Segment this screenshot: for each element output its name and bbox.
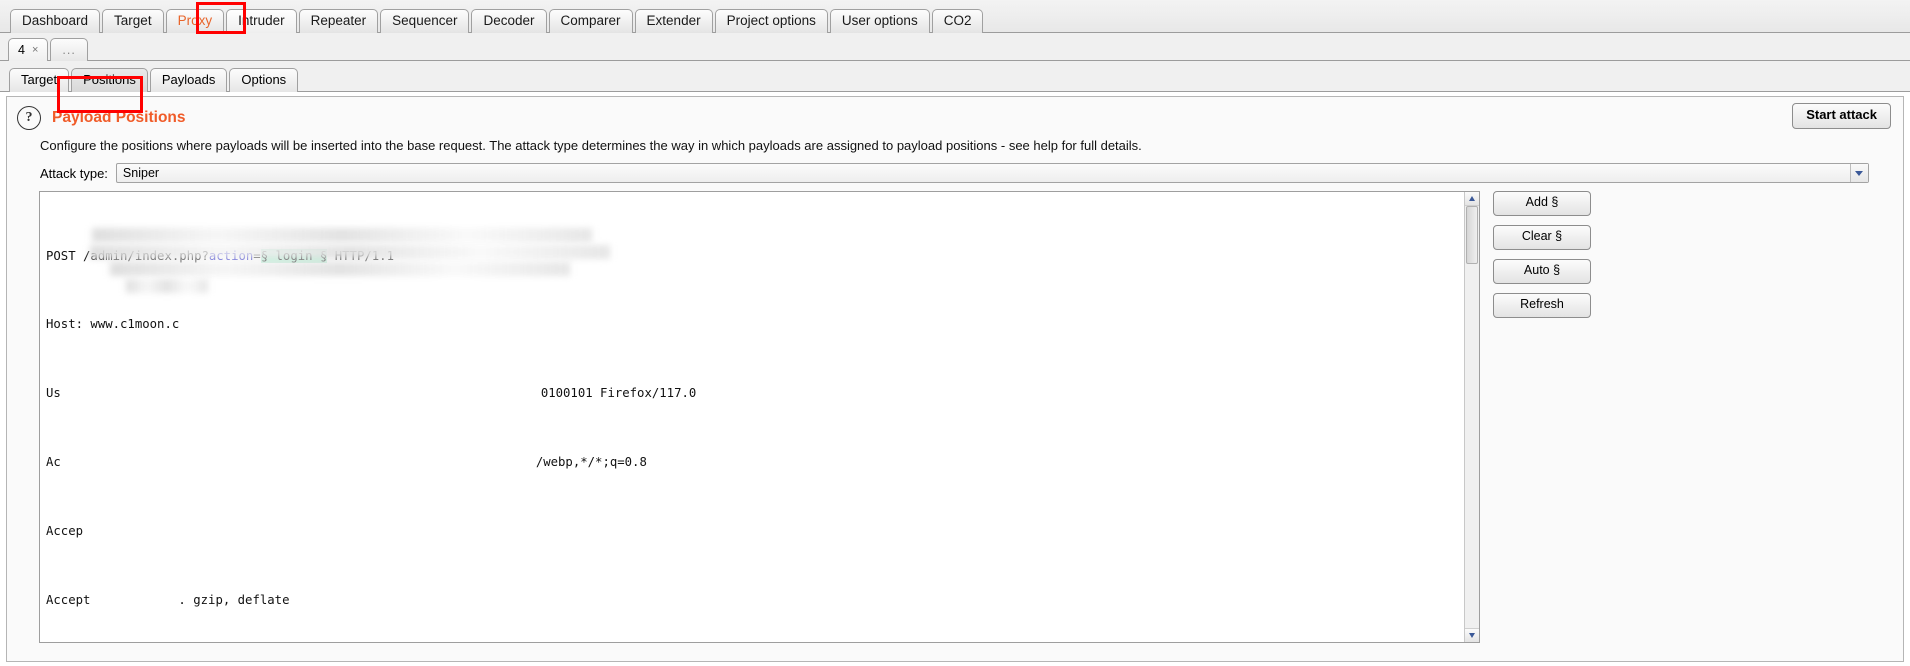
tab-sequencer[interactable]: Sequencer [380, 9, 470, 33]
intruder-sub-tab-bar: Target Positions Payloads Options [0, 61, 1910, 92]
request-editor[interactable]: POST /admin/index.php?action=§ login § H… [39, 191, 1480, 643]
scroll-down-icon[interactable] [1465, 628, 1479, 642]
tab-extender[interactable]: Extender [634, 9, 713, 33]
add-section-button[interactable]: Add § [1493, 191, 1591, 216]
req-useragent-prefix: Us [46, 386, 61, 401]
req-accept-language-prefix: Accep [46, 523, 84, 538]
subtab-positions[interactable]: Positions [71, 68, 148, 92]
req-eq: = [253, 248, 261, 263]
tab-decoder[interactable]: Decoder [471, 9, 547, 33]
start-attack-button[interactable]: Start attack [1792, 103, 1891, 129]
attack-tab-bar: 4 × ... [0, 33, 1910, 61]
attack-type-label: Attack type: [40, 165, 108, 181]
tab-sequencer-label: Sequencer [392, 13, 458, 28]
editor-scrollbar[interactable] [1464, 192, 1479, 642]
attack-type-select[interactable]: Sniper [115, 163, 1869, 183]
req-accept-tail: /webp,*/*;q=0.8 [535, 455, 647, 469]
tab-co2-label: CO2 [943, 13, 972, 28]
request-line-1: POST /admin/index.php?action=§ login § H… [46, 248, 1465, 265]
tab-target-label: Target [114, 13, 152, 28]
request-line-host: Host: www.c1moon.c [46, 316, 1465, 333]
tab-comparer[interactable]: Comparer [548, 9, 633, 33]
req-param-action: action [208, 248, 254, 263]
tab-user-options[interactable]: User options [829, 9, 930, 33]
payload-marker-action[interactable]: § login § [260, 248, 328, 263]
subtab-payloads-label: Payloads [161, 72, 216, 87]
panel-description: Configure the positions where payloads w… [40, 138, 1142, 153]
subtab-positions-label: Positions [83, 72, 136, 87]
request-text[interactable]: POST /admin/index.php?action=§ login § H… [40, 192, 1465, 642]
tab-proxy[interactable]: Proxy [165, 9, 225, 33]
attack-tab-4[interactable]: 4 × [8, 38, 49, 61]
req-accept-encoding-prefix: Accept [46, 592, 91, 607]
req-useragent-tail: 0100101 Firefox/117.0 [540, 386, 697, 401]
tab-intruder-label: Intruder [238, 13, 285, 28]
subtab-options-label: Options [241, 72, 287, 87]
request-line-accept: Ac/webp,*/*;q=0.8 [46, 454, 1465, 471]
tab-proxy-label: Proxy [177, 13, 213, 28]
burp-intruder-window: Dashboard Target Proxy Intruder Repeater… [0, 0, 1910, 666]
attack-tab-new-label: ... [62, 42, 76, 57]
chevron-down-icon[interactable] [1849, 164, 1868, 182]
payload-positions-panel: ? Payload Positions Configure the positi… [6, 96, 1904, 662]
subtab-payloads[interactable]: Payloads [149, 68, 228, 92]
attack-type-row: Attack type: Sniper [40, 163, 1869, 183]
tab-user-options-label: User options [841, 13, 918, 28]
attack-tab-new[interactable]: ... [50, 38, 88, 61]
req-accept-prefix: Ac [46, 455, 61, 469]
req-http-version: HTTP/1.1 [327, 248, 394, 263]
position-actions: Add § Clear § Auto § Refresh [1493, 191, 1591, 318]
help-icon[interactable]: ? [17, 106, 41, 130]
scroll-up-icon[interactable] [1465, 192, 1479, 206]
scrollbar-thumb[interactable] [1466, 206, 1478, 264]
main-tab-bar: Dashboard Target Proxy Intruder Repeater… [0, 0, 1910, 33]
tab-dashboard[interactable]: Dashboard [10, 9, 101, 33]
tab-intruder[interactable]: Intruder [226, 9, 297, 33]
tab-project-options[interactable]: Project options [714, 9, 828, 33]
tab-dashboard-label: Dashboard [22, 13, 89, 28]
subtab-options[interactable]: Options [229, 68, 299, 92]
request-line-accept-language: Accep [46, 523, 1465, 540]
request-line-useragent: Us 0100101 Firefox/117.0 [46, 385, 1465, 402]
attack-type-value: Sniper [122, 166, 160, 180]
page-title: Payload Positions [52, 109, 186, 126]
tab-decoder-label: Decoder [483, 13, 535, 28]
tab-repeater-label: Repeater [310, 13, 367, 28]
tab-comparer-label: Comparer [560, 13, 621, 28]
tab-project-options-label: Project options [726, 13, 816, 28]
req-host: Host: www.c1moon.c [46, 317, 180, 332]
req-method-path: POST /admin/index.php? [46, 248, 209, 263]
auto-section-button[interactable]: Auto § [1493, 259, 1591, 284]
tab-target[interactable]: Target [102, 9, 164, 33]
req-accept-encoding-tail: . gzip, deflate [178, 592, 290, 607]
clear-section-button[interactable]: Clear § [1493, 225, 1591, 250]
tab-co2[interactable]: CO2 [931, 9, 984, 33]
subtab-target[interactable]: Target [9, 68, 70, 92]
subtab-target-label: Target [21, 72, 58, 87]
request-line-accept-encoding: Accept . gzip, deflate [46, 592, 1465, 609]
tab-extender-label: Extender [646, 13, 701, 28]
panel-header: ? Payload Positions [17, 106, 186, 130]
close-icon[interactable]: × [32, 40, 38, 61]
attack-tab-4-label: 4 [18, 42, 25, 57]
tab-repeater[interactable]: Repeater [298, 9, 379, 33]
refresh-button[interactable]: Refresh [1493, 293, 1591, 318]
